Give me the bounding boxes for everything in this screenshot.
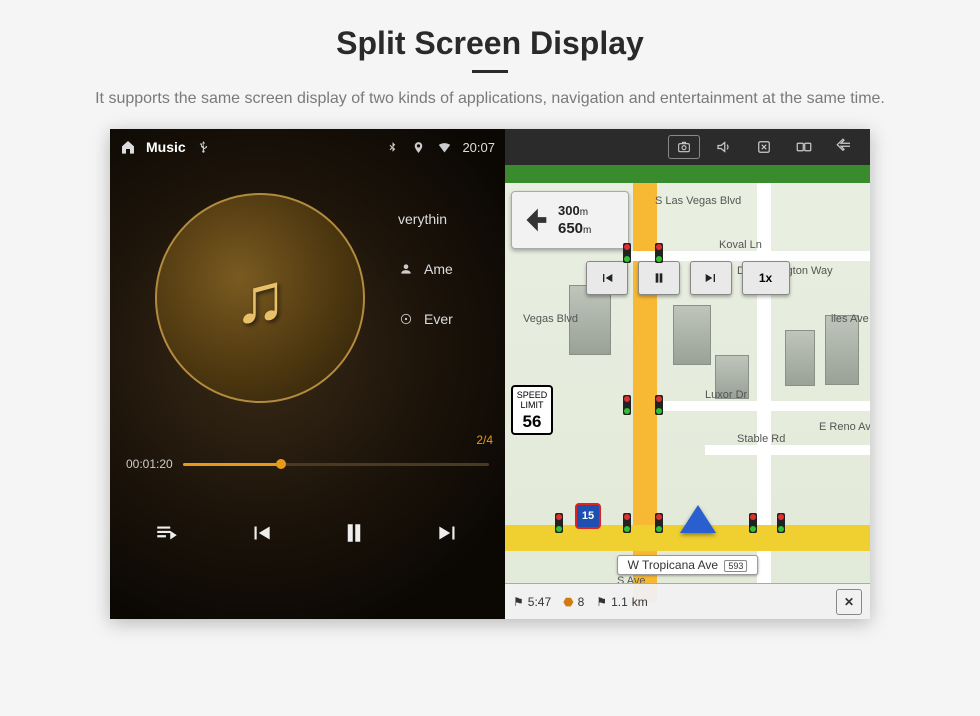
turn-dist-secondary: 300 bbox=[558, 203, 580, 218]
track-title-row: verythin bbox=[398, 211, 453, 227]
street-label: Koval Ln bbox=[719, 239, 762, 251]
nav-media-overlay: 1x bbox=[586, 261, 790, 295]
route-shield: 15 bbox=[575, 503, 601, 529]
turn-left-icon bbox=[518, 203, 552, 237]
flag-icon: ⚑ bbox=[513, 595, 524, 609]
album-area: ♫ verythin Ame bbox=[110, 183, 505, 443]
nav-close-button[interactable]: ✕ bbox=[836, 589, 862, 615]
status-time: 20:07 bbox=[462, 140, 495, 155]
exit-tag: 593 bbox=[724, 560, 747, 572]
overlay-speed-button[interactable]: 1x bbox=[742, 261, 790, 295]
screenshot-button[interactable] bbox=[668, 135, 700, 159]
turn-dist-primary-unit: m bbox=[583, 225, 591, 236]
eta-value: 5:47 bbox=[528, 595, 551, 609]
current-street-pill: W Tropicana Ave 593 bbox=[617, 555, 759, 575]
street-label: Luxor Dr bbox=[705, 389, 747, 401]
current-street: W Tropicana Ave bbox=[628, 558, 719, 572]
next-button[interactable] bbox=[424, 509, 472, 557]
turn-dist-primary: 650 bbox=[558, 220, 583, 237]
media-controls bbox=[110, 509, 505, 557]
dist1-value: 8 bbox=[578, 595, 585, 609]
street-label: E Reno Ave bbox=[819, 421, 870, 433]
status-bar: Music 20:07 bbox=[110, 129, 505, 165]
traffic-light-icon bbox=[623, 513, 631, 533]
person-icon bbox=[398, 261, 414, 277]
road-luxor bbox=[655, 401, 870, 411]
dist1-segment: ⬣ 8 bbox=[563, 595, 584, 609]
eta-segment: ⚑ 5:47 bbox=[513, 595, 551, 609]
back-button[interactable] bbox=[828, 135, 860, 159]
building bbox=[825, 315, 859, 385]
traffic-light-icon bbox=[655, 395, 663, 415]
music-pane: Music 20:07 ♫ bbox=[110, 129, 505, 619]
recents-button[interactable] bbox=[788, 135, 820, 159]
building bbox=[673, 305, 711, 365]
playlist-button[interactable] bbox=[143, 509, 191, 557]
turn-dist-secondary-unit: m bbox=[580, 207, 588, 218]
track-title: verythin bbox=[398, 211, 447, 227]
volume-button[interactable] bbox=[708, 135, 740, 159]
disc-icon bbox=[398, 311, 414, 327]
street-label: Stable Rd bbox=[737, 433, 785, 445]
street-label: S Las Vegas Blvd bbox=[655, 195, 741, 207]
nav-bottom-bar: ⚑ 5:47 ⬣ 8 ⚑ 1.1 km ✕ bbox=[505, 583, 870, 619]
album-name: Ever bbox=[424, 311, 453, 327]
speed-limit-sign: SPEED LIMIT 56 bbox=[511, 385, 553, 435]
speed-value: 56 bbox=[513, 412, 551, 432]
progress-slider[interactable] bbox=[183, 463, 489, 466]
bluetooth-icon bbox=[384, 139, 400, 155]
navigation-pane: S Las Vegas Blvd Koval Ln Duke Ellington… bbox=[505, 129, 870, 619]
title-underline bbox=[472, 70, 508, 73]
speed-label-top: SPEED bbox=[517, 390, 548, 400]
device-frame: Music 20:07 ♫ bbox=[110, 129, 870, 619]
home-icon[interactable] bbox=[120, 139, 136, 155]
dist2-segment: ⚑ 1.1 km bbox=[596, 595, 647, 609]
progress-row: 00:01:20 bbox=[110, 457, 505, 471]
location-icon bbox=[410, 139, 426, 155]
dist2-unit: km bbox=[632, 595, 648, 609]
album-row: Ever bbox=[398, 311, 453, 327]
traffic-light-icon bbox=[655, 513, 663, 533]
turn-instruction: 300m 650m bbox=[511, 191, 629, 249]
overlay-prev-button[interactable] bbox=[586, 261, 628, 295]
street-label: Vegas Blvd bbox=[523, 313, 578, 325]
flag-icon: ⚑ bbox=[596, 595, 607, 609]
traffic-light-icon bbox=[623, 243, 631, 263]
wifi-icon bbox=[436, 139, 452, 155]
close-app-button[interactable] bbox=[748, 135, 780, 159]
overlay-pause-button[interactable] bbox=[638, 261, 680, 295]
elapsed-time: 00:01:20 bbox=[126, 457, 173, 471]
previous-button[interactable] bbox=[237, 509, 285, 557]
street-label: iles Ave bbox=[831, 313, 869, 325]
usb-icon bbox=[196, 139, 212, 155]
artist-name: Ame bbox=[424, 261, 453, 277]
traffic-light-icon bbox=[623, 395, 631, 415]
page-subtitle: It supports the same screen display of t… bbox=[75, 87, 905, 111]
track-index: 2/4 bbox=[476, 433, 493, 447]
traffic-light-icon bbox=[655, 243, 663, 263]
app-label: Music bbox=[146, 139, 186, 155]
map-header-strip bbox=[505, 165, 870, 183]
artist-row: Ame bbox=[398, 261, 453, 277]
traffic-light-icon bbox=[749, 513, 757, 533]
building bbox=[785, 330, 815, 386]
system-bar bbox=[505, 129, 870, 165]
traffic-light-icon bbox=[555, 513, 563, 533]
traffic-light-icon bbox=[777, 513, 785, 533]
marker-icon: ⬣ bbox=[563, 595, 573, 609]
map-canvas[interactable]: S Las Vegas Blvd Koval Ln Duke Ellington… bbox=[505, 165, 870, 619]
current-position-icon bbox=[680, 505, 716, 533]
page-title: Split Screen Display bbox=[0, 25, 980, 62]
road-stable bbox=[705, 445, 870, 455]
speed-label-mid: LIMIT bbox=[520, 400, 543, 410]
music-note-icon: ♫ bbox=[234, 258, 287, 338]
overlay-next-button[interactable] bbox=[690, 261, 732, 295]
pause-button[interactable] bbox=[330, 509, 378, 557]
dist2-value: 1.1 bbox=[611, 595, 628, 609]
album-art: ♫ bbox=[155, 193, 365, 403]
